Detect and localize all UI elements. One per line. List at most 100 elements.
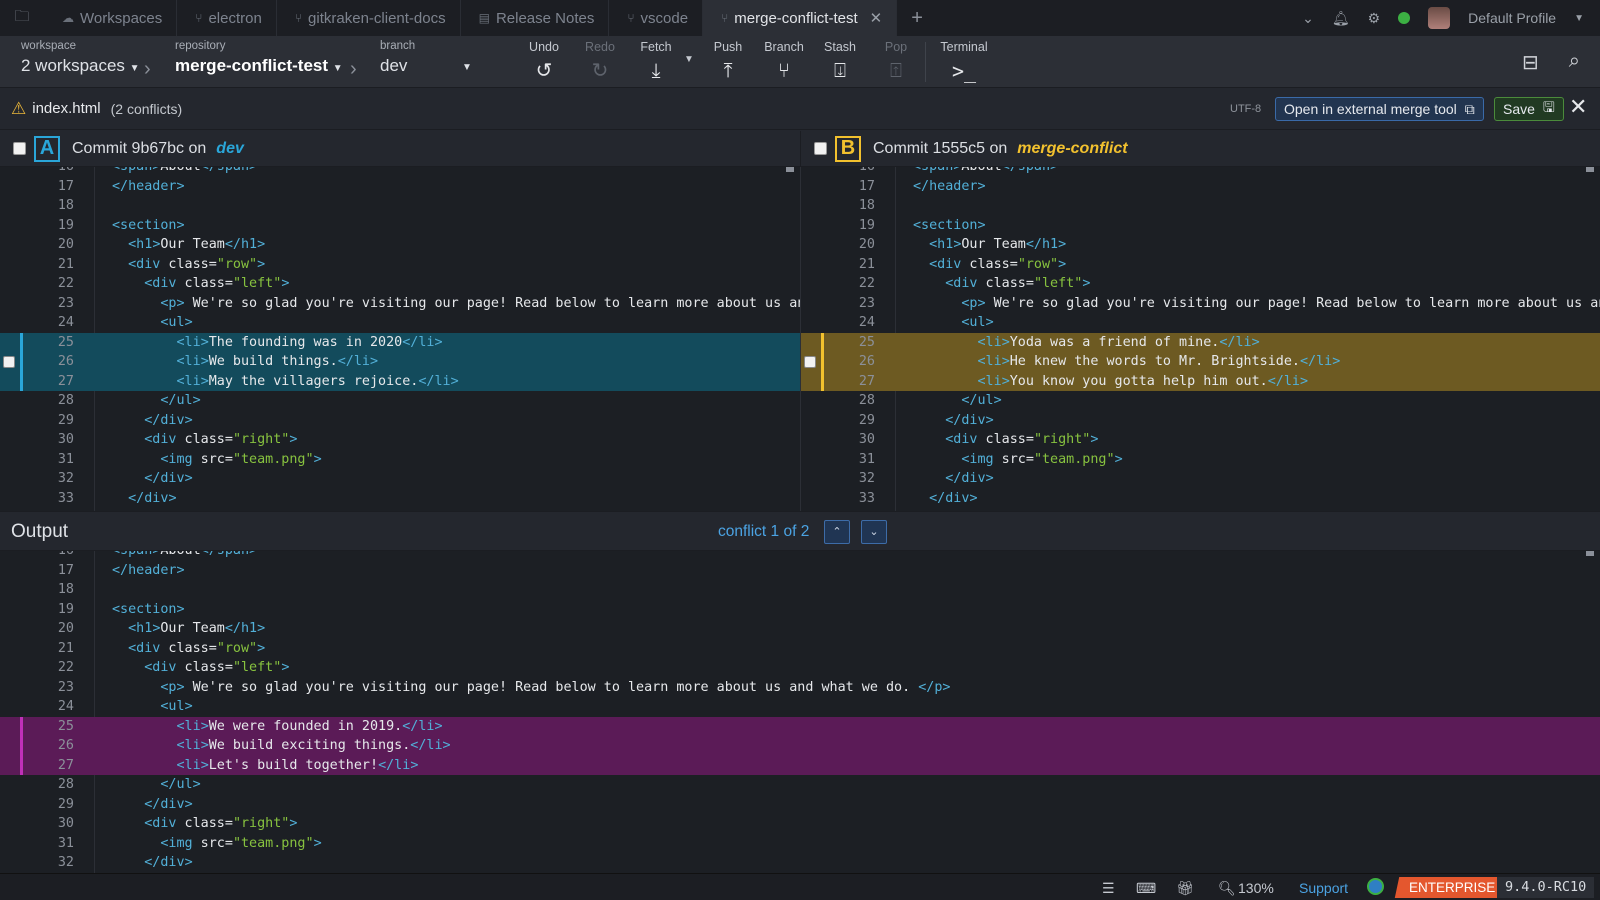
- gear-icon[interactable]: ⚙: [1368, 10, 1381, 27]
- tab-gitkraken-client-docs[interactable]: ⑂ gitkraken-client-docs: [277, 0, 461, 36]
- chevron-right-icon: ›: [144, 58, 151, 80]
- redo-button[interactable]: Redo ↻: [572, 40, 628, 86]
- line-number: 31: [57, 835, 74, 851]
- tab-merge-conflict-test[interactable]: ⑂ merge-conflict-test ✕: [703, 0, 898, 36]
- external-button-label: Open in external merge tool: [1284, 101, 1457, 117]
- pop-button[interactable]: Pop ⍐: [868, 40, 924, 86]
- select-hunk-checkbox[interactable]: [3, 356, 15, 368]
- tab-electron[interactable]: ⑂ electron: [177, 0, 277, 36]
- save-icon: 🖫: [1542, 99, 1555, 115]
- file-encoding[interactable]: UTF-8: [1230, 103, 1261, 115]
- tab-workspaces[interactable]: ☁ Workspaces: [44, 0, 178, 36]
- workspace-value: 2 workspaces: [21, 56, 125, 75]
- code-line: 20 <h1>Our Team</h1>: [0, 619, 1600, 639]
- scrollbar-thumb[interactable]: [1586, 551, 1594, 556]
- conflict-line: 26 <li>He knew the words to Mr. Brightsi…: [801, 352, 1600, 372]
- layout-icon[interactable]: ⊟: [1522, 50, 1539, 75]
- redo-label: Redo: [585, 40, 615, 54]
- scrollbar-thumb[interactable]: [1586, 167, 1594, 172]
- undo-button[interactable]: Undo ↺: [516, 40, 572, 86]
- next-conflict-button[interactable]: ⌄: [861, 520, 887, 544]
- line-number: 27: [57, 757, 74, 773]
- code-line: 16 <span>About</span>: [801, 167, 1600, 177]
- fetch-label: Fetch: [640, 40, 672, 54]
- line-text: <span>About</span>: [112, 551, 257, 561]
- select-all-b-checkbox[interactable]: [814, 142, 827, 155]
- fetch-button[interactable]: Fetch ⤓: [628, 40, 684, 86]
- line-text: <h1>Our Team</h1>: [128, 237, 266, 252]
- redo-icon: ↻: [591, 60, 609, 82]
- close-tab-icon[interactable]: ✕: [870, 9, 883, 27]
- terminal-button[interactable]: Terminal >_: [934, 40, 994, 86]
- zoom-icon[interactable]: 🔍︎: [1218, 880, 1236, 897]
- code-line: 29 </div>: [801, 411, 1600, 431]
- stash-icon: ⍗: [834, 60, 846, 82]
- pane-b-code[interactable]: 16 <span>About</span> 17 </header> 18 19 <sect…: [800, 167, 1600, 511]
- search-icon[interactable]: ⌕: [1569, 50, 1580, 75]
- line-text: </header>: [913, 178, 986, 194]
- repository-selector[interactable]: repository merge-conflict-test ▼: [175, 40, 343, 76]
- new-tab-button[interactable]: +: [897, 0, 937, 36]
- keyboard-icon[interactable]: ⌨: [1136, 880, 1156, 897]
- stash-button[interactable]: Stash ⍗: [812, 40, 868, 86]
- line-number: 24: [57, 315, 74, 330]
- file-name: index.html: [32, 100, 101, 117]
- gift-icon[interactable]: 🎁︎: [1176, 880, 1194, 897]
- previous-conflict-button[interactable]: ⌃: [824, 520, 850, 544]
- tab-release-notes[interactable]: ▤ Release Notes: [461, 0, 610, 36]
- code-line: 17 </header>: [0, 177, 800, 197]
- line-number: 30: [57, 432, 74, 447]
- conflict-line: 25 <li>The founding was in 2020</li>: [0, 332, 800, 352]
- list-icon[interactable]: ☰: [1102, 880, 1115, 897]
- globe-icon[interactable]: [1367, 878, 1384, 895]
- line-number: 22: [858, 276, 875, 291]
- save-button[interactable]: Save 🖫: [1494, 97, 1564, 121]
- line-text: <img src="team.png">: [160, 451, 322, 467]
- terminal-icon: >_: [951, 59, 977, 83]
- code-lines: 16 <span>About</span> 17 </header> 18 19 <sect…: [0, 167, 800, 511]
- select-hunk-checkbox[interactable]: [804, 356, 816, 368]
- code-line: 23 <p> We're so glad you're visiting our…: [801, 294, 1600, 314]
- chevron-down-icon[interactable]: ⌄: [1302, 10, 1314, 27]
- pane-a-code[interactable]: 16 <span>About</span> 17 </header> 18 19 <sect…: [0, 167, 800, 511]
- line-text: <span>About</span>: [913, 167, 1058, 177]
- line-number: 32: [57, 855, 74, 870]
- line-number: 24: [57, 699, 74, 714]
- line-number: 21: [57, 256, 74, 272]
- cloud-icon: ☁: [62, 11, 74, 25]
- avatar[interactable]: [1428, 7, 1451, 29]
- line-number: 29: [858, 412, 875, 428]
- output-code[interactable]: 16 <span>About</span> 17 </header> 18 19 <sect…: [0, 551, 1600, 873]
- repository-label: repository: [175, 40, 226, 52]
- line-number: 33: [57, 490, 74, 506]
- toolbar: workspace 2 workspaces ▼ › repository me…: [0, 36, 1600, 88]
- line-text: <section>: [112, 601, 185, 617]
- scrollbar-thumb[interactable]: [786, 167, 794, 172]
- tab-vscode[interactable]: ⑂ vscode: [609, 0, 704, 36]
- close-icon[interactable]: ✕: [1569, 94, 1587, 120]
- support-link[interactable]: Support: [1299, 880, 1348, 896]
- undo-label: Undo: [529, 40, 559, 54]
- fetch-options-caret-icon[interactable]: ▼: [684, 54, 694, 65]
- conflict-hunk-marker: [20, 716, 23, 775]
- caret-down-icon[interactable]: ▼: [1574, 13, 1584, 24]
- code-line: 19 <section>: [801, 216, 1600, 236]
- push-button[interactable]: Push ⤒: [700, 40, 756, 86]
- branch-button[interactable]: Branch ⑂: [756, 40, 812, 86]
- open-external-merge-tool-button[interactable]: Open in external merge tool ⧉: [1275, 97, 1484, 121]
- line-text: <li>He knew the words to Mr. Brightside.…: [977, 354, 1341, 369]
- code-lines: 16 <span>About</span> 17 </header> 18 19 <sect…: [801, 167, 1600, 511]
- toolbar-right: ⊟ ⌕: [1522, 50, 1580, 75]
- profile-name[interactable]: Default Profile: [1468, 10, 1556, 26]
- line-text: <div class="row">: [128, 256, 266, 272]
- repo-management-button[interactable]: 🗀: [0, 0, 44, 36]
- code-line: 22 <div class="left">: [0, 658, 1600, 678]
- select-all-a-checkbox[interactable]: [13, 142, 26, 155]
- tab-label: gitkraken-client-docs: [308, 9, 446, 27]
- bell-icon[interactable]: 🔔︎: [1332, 10, 1350, 27]
- workspace-selector[interactable]: workspace 2 workspaces ▼: [21, 40, 140, 76]
- branch-selector[interactable]: branch dev ▼: [380, 40, 480, 76]
- zoom-level[interactable]: 130%: [1238, 880, 1274, 896]
- line-number: 28: [858, 393, 875, 408]
- repo-icon: ⑂: [627, 11, 635, 25]
